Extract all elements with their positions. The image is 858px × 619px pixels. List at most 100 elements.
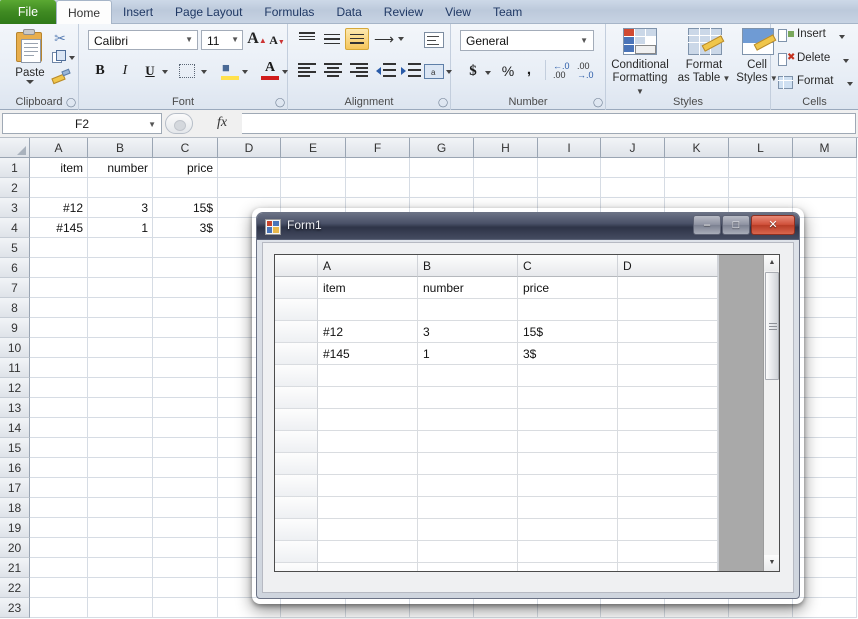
column-header-j[interactable]: J <box>601 138 665 158</box>
grid-cell-B12[interactable] <box>418 519 518 541</box>
grid-cell-C6[interactable] <box>518 387 618 409</box>
grid-cell-C13[interactable] <box>518 541 618 563</box>
number-dialog-launcher-icon[interactable]: ◯ <box>593 98 603 107</box>
cell-E1[interactable] <box>281 158 346 178</box>
grid-cell-C14[interactable] <box>518 563 618 571</box>
comma-style-button[interactable]: , <box>522 60 536 79</box>
cell-B8[interactable] <box>88 298 153 318</box>
grid-cell-A3[interactable]: #12 <box>318 321 418 343</box>
cell-A10[interactable] <box>30 338 88 358</box>
font-name-dropdown-icon[interactable]: ▼ <box>185 35 193 44</box>
cell-B4[interactable]: 1 <box>88 218 153 238</box>
cell-A19[interactable] <box>30 518 88 538</box>
align-top-icon[interactable] <box>296 30 318 48</box>
grid-cell-A12[interactable] <box>318 519 418 541</box>
cell-A22[interactable] <box>30 578 88 598</box>
number-format-select[interactable]: General ▼ <box>460 30 594 51</box>
copy-icon[interactable] <box>52 50 68 64</box>
row-header-2[interactable]: 2 <box>0 178 30 198</box>
name-box[interactable]: F2 ▼ <box>2 113 162 134</box>
format-cells-icon[interactable] <box>778 76 794 90</box>
cell-A21[interactable] <box>30 558 88 578</box>
wrap-text-icon[interactable] <box>424 32 444 48</box>
cell-C7[interactable] <box>153 278 218 298</box>
cell-B14[interactable] <box>88 418 153 438</box>
cell-A3[interactable]: #12 <box>30 198 88 218</box>
cell-A8[interactable] <box>30 298 88 318</box>
grid-cell-D3[interactable] <box>618 321 718 343</box>
grid-cell-D11[interactable] <box>618 497 718 519</box>
grid-cell-D6[interactable] <box>618 387 718 409</box>
grid-cell-A5[interactable] <box>318 365 418 387</box>
grid-cell-B3[interactable]: 3 <box>418 321 518 343</box>
insert-cells-button[interactable]: Insert <box>797 28 839 40</box>
cell-A6[interactable] <box>30 258 88 278</box>
cell-K2[interactable] <box>665 178 729 198</box>
cell-A7[interactable] <box>30 278 88 298</box>
grid-cell-B5[interactable] <box>418 365 518 387</box>
grid-cell-D5[interactable] <box>618 365 718 387</box>
scrollbar-thumb[interactable] <box>765 272 779 380</box>
tab-view[interactable]: View <box>434 0 482 24</box>
column-header-k[interactable]: K <box>665 138 729 158</box>
underline-dropdown-icon[interactable] <box>162 70 168 74</box>
cell-I2[interactable] <box>538 178 601 198</box>
grid-column-header-d[interactable]: D <box>618 255 718 277</box>
grid-cell-A4[interactable]: #145 <box>318 343 418 365</box>
grid-row-header[interactable] <box>275 563 318 571</box>
grid-cell-B1[interactable]: number <box>418 277 518 299</box>
cell-A4[interactable]: #145 <box>30 218 88 238</box>
align-middle-icon[interactable] <box>321 30 343 48</box>
grid-column-header-b[interactable]: B <box>418 255 518 277</box>
grid-cell-C5[interactable] <box>518 365 618 387</box>
row-header-3[interactable]: 3 <box>0 198 30 218</box>
row-header-4[interactable]: 4 <box>0 218 30 238</box>
fill-color-dropdown-icon[interactable] <box>242 70 248 74</box>
bold-button[interactable]: B <box>90 61 110 81</box>
cell-B17[interactable] <box>88 478 153 498</box>
grid-cell-D13[interactable] <box>618 541 718 563</box>
cell-B12[interactable] <box>88 378 153 398</box>
grid-cell-A10[interactable] <box>318 475 418 497</box>
italic-button[interactable]: I <box>115 61 135 81</box>
row-header-19[interactable]: 19 <box>0 518 30 538</box>
cell-B5[interactable] <box>88 238 153 258</box>
grid-row-header[interactable] <box>275 277 318 299</box>
cell-A17[interactable] <box>30 478 88 498</box>
tab-file[interactable]: File <box>0 0 56 24</box>
grid-cell-B4[interactable]: 1 <box>418 343 518 365</box>
grid-cell-A11[interactable] <box>318 497 418 519</box>
row-header-22[interactable]: 22 <box>0 578 30 598</box>
cell-B22[interactable] <box>88 578 153 598</box>
cell-C19[interactable] <box>153 518 218 538</box>
delete-dropdown-icon[interactable] <box>843 59 849 63</box>
grid-column-header-a[interactable]: A <box>318 255 418 277</box>
borders-dropdown-icon[interactable] <box>201 70 207 74</box>
grid-cell-A7[interactable] <box>318 409 418 431</box>
cell-A1[interactable]: item <box>30 158 88 178</box>
merge-and-center-icon[interactable]: a <box>424 64 444 79</box>
cell-A5[interactable] <box>30 238 88 258</box>
cell-M23[interactable] <box>793 598 857 618</box>
grid-vertical-scrollbar[interactable]: ▲ ▼ <box>763 255 779 571</box>
cell-C22[interactable] <box>153 578 218 598</box>
grid-row-header[interactable] <box>275 541 318 563</box>
grid-row-header[interactable] <box>275 475 318 497</box>
grid-cell-D14[interactable] <box>618 563 718 571</box>
formula-input[interactable] <box>242 113 856 134</box>
column-header-d[interactable]: D <box>218 138 281 158</box>
insert-dropdown-icon[interactable] <box>839 35 845 39</box>
row-header-10[interactable]: 10 <box>0 338 30 358</box>
cell-B9[interactable] <box>88 318 153 338</box>
row-header-23[interactable]: 23 <box>0 598 30 618</box>
percent-style-button[interactable]: % <box>499 62 517 81</box>
row-header-8[interactable]: 8 <box>0 298 30 318</box>
cell-G1[interactable] <box>410 158 474 178</box>
row-header-6[interactable]: 6 <box>0 258 30 278</box>
cell-C12[interactable] <box>153 378 218 398</box>
grow-font-icon[interactable]: A▲ <box>247 29 267 49</box>
align-left-icon[interactable] <box>296 61 318 79</box>
cell-C3[interactable]: 15$ <box>153 198 218 218</box>
cell-B6[interactable] <box>88 258 153 278</box>
column-header-l[interactable]: L <box>729 138 793 158</box>
